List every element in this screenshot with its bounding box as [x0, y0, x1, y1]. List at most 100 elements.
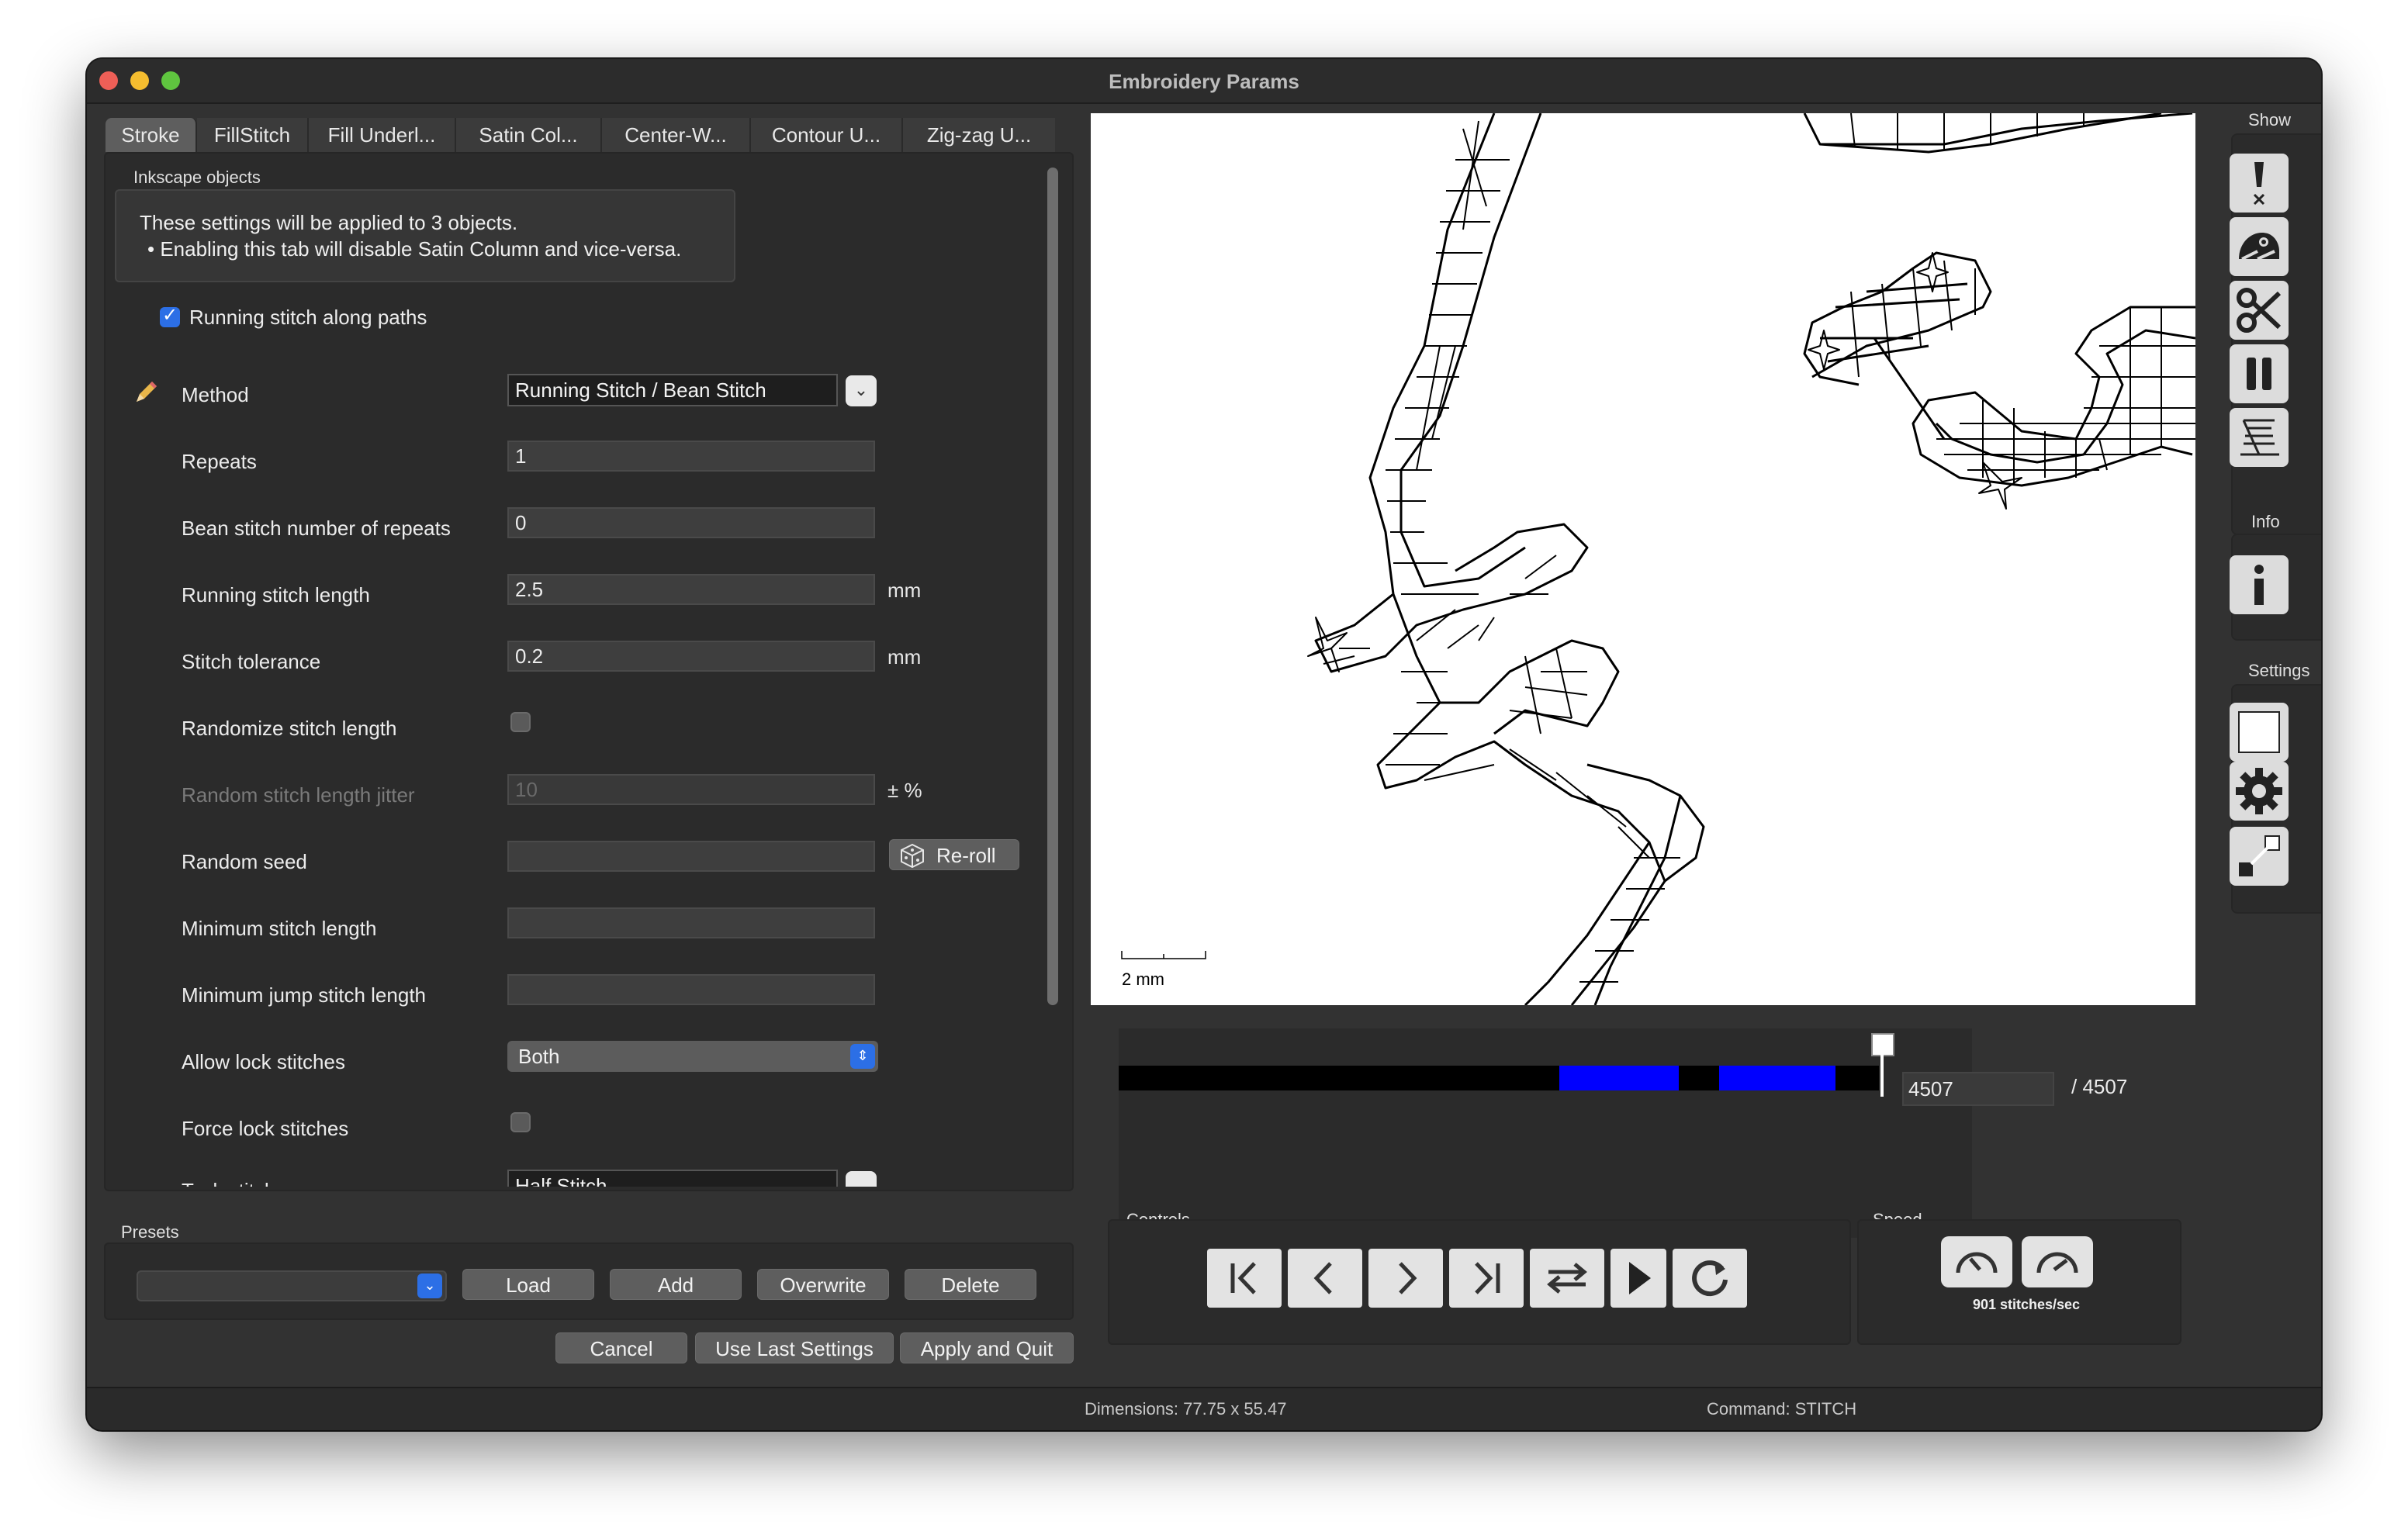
settings-label: Settings: [2248, 661, 2310, 680]
tab-fill-underlay[interactable]: Fill Underl...: [309, 118, 456, 152]
bean-repeats-input[interactable]: 0: [507, 507, 875, 538]
preset-select[interactable]: ⌄: [137, 1270, 447, 1301]
command-status: Command: STITCH: [1707, 1399, 1857, 1419]
settings-button[interactable]: [2230, 762, 2289, 821]
show-cut-button[interactable]: [2230, 281, 2289, 340]
speed-up-icon: [2036, 1252, 2078, 1274]
tab-fillstitch[interactable]: FillStitch: [197, 118, 309, 152]
step-forward-button[interactable]: [1368, 1249, 1443, 1308]
preset-delete-button[interactable]: Delete: [905, 1269, 1036, 1300]
swap-arrows-icon: [1547, 1263, 1587, 1294]
randomize-checkbox[interactable]: [510, 712, 531, 732]
square-icon: [2238, 711, 2280, 753]
restart-button[interactable]: [1673, 1249, 1747, 1308]
bean-repeats-label: Bean stitch number of repeats: [182, 517, 451, 540]
tolerance-unit: mm: [887, 645, 922, 669]
params-scroll-thumb[interactable]: [1047, 168, 1058, 1005]
presets-label: Presets: [121, 1222, 179, 1242]
min-jump-label: Minimum jump stitch length: [182, 983, 426, 1007]
show-color-changes-button[interactable]: [2230, 408, 2289, 467]
pause-icon: [2247, 358, 2271, 390]
show-jumps-button[interactable]: [2230, 154, 2289, 213]
min-stitch-label: Minimum stitch length: [182, 917, 377, 940]
enable-stroke-checkbox[interactable]: [160, 304, 180, 327]
jitter-input[interactable]: 10: [507, 774, 875, 805]
gear-icon: [2236, 768, 2282, 814]
seed-label: Random seed: [182, 850, 307, 873]
lock-stitches-select[interactable]: Both ⇕: [507, 1041, 878, 1072]
skip-to-end-button[interactable]: [1449, 1249, 1524, 1308]
skip-to-start-button[interactable]: [1207, 1249, 1282, 1308]
min-jump-input[interactable]: [507, 974, 875, 1005]
window-title: Embroidery Params: [1109, 70, 1299, 93]
faster-button[interactable]: [2022, 1236, 2093, 1287]
pencil-icon: [137, 382, 157, 402]
tab-center-walk[interactable]: Center-W...: [602, 118, 751, 152]
tab-satin-column[interactable]: Satin Col...: [456, 118, 602, 152]
tolerance-input[interactable]: 0.2: [507, 641, 875, 672]
info-icon: [2254, 565, 2264, 605]
info-box: These settings will be applied to 3 obje…: [115, 189, 735, 282]
method-combo[interactable]: Running Stitch / Bean Stitch: [507, 374, 838, 406]
chevron-left-icon: [1313, 1262, 1332, 1294]
skip-start-icon: [1230, 1262, 1256, 1294]
param-tabs: Stroke FillStitch Fill Underl... Satin C…: [106, 118, 1055, 152]
use-last-settings-button[interactable]: Use Last Settings: [695, 1332, 894, 1363]
force-lock-checkbox[interactable]: [510, 1112, 531, 1132]
apply-and-quit-button[interactable]: Apply and Quit: [900, 1332, 1074, 1363]
tack-stitch-label: Tack stitch: [182, 1179, 275, 1187]
tolerance-label: Stitch tolerance: [182, 650, 321, 673]
info-line-1: These settings will be applied to 3 obje…: [140, 211, 518, 234]
repeats-label: Repeats: [182, 450, 257, 473]
info-label: Info: [2251, 512, 2280, 531]
timeline-color-block: [1719, 1066, 1835, 1090]
min-stitch-input[interactable]: [507, 907, 875, 938]
enable-stroke-label: Running stitch along paths: [189, 306, 427, 329]
show-trims-button[interactable]: [2230, 217, 2289, 276]
stitch-timeline[interactable]: [1119, 1066, 1879, 1090]
chevron-down-icon: ⌄: [417, 1274, 442, 1298]
tack-stitch-combo[interactable]: Half Stitch: [507, 1170, 838, 1187]
slower-button[interactable]: [1941, 1236, 2012, 1287]
method-label: Method: [182, 383, 249, 406]
direction-button[interactable]: [1530, 1249, 1604, 1308]
preset-add-button[interactable]: Add: [610, 1269, 742, 1300]
speed-value: 901 stitches/sec: [1972, 1297, 2081, 1312]
show-stops-button[interactable]: [2230, 344, 2289, 403]
stitch-preview-canvas[interactable]: 2 mm: [1091, 112, 2196, 1007]
preset-load-button[interactable]: Load: [462, 1269, 594, 1300]
reroll-button[interactable]: Re-roll: [889, 839, 1019, 870]
dimensions-status: Dimensions: 77.75 x 55.47: [1085, 1399, 1287, 1419]
tack-dropdown-button[interactable]: ⌄: [846, 1171, 877, 1187]
skip-end-icon: [1475, 1262, 1500, 1294]
detach-preview-button[interactable]: [2230, 827, 2289, 886]
current-stitch-input[interactable]: 4507: [1902, 1072, 2054, 1106]
tab-stroke[interactable]: Stroke: [106, 118, 197, 152]
tack-row-clip: Tack stitch Half Stitch ⌄: [104, 1163, 1035, 1187]
updown-chevron-icon: ⇕: [850, 1044, 875, 1069]
tab-zigzag-underlay[interactable]: Zig-zag U...: [903, 118, 1055, 152]
status-bar: Dimensions: 77.75 x 55.47 Command: STITC…: [87, 1387, 2321, 1430]
preset-overwrite-button[interactable]: Overwrite: [757, 1269, 889, 1300]
seed-input[interactable]: [507, 841, 875, 872]
tab-contour-underlay[interactable]: Contour U...: [751, 118, 903, 152]
show-label: Show: [2248, 110, 2292, 130]
refresh-icon: [1692, 1260, 1728, 1297]
play-button[interactable]: [1611, 1249, 1666, 1308]
method-dropdown-button[interactable]: ⌄: [846, 375, 877, 406]
randomize-label: Randomize stitch length: [182, 717, 397, 740]
background-color-button[interactable]: [2230, 703, 2289, 762]
step-back-button[interactable]: [1288, 1249, 1362, 1308]
info-button[interactable]: [2230, 555, 2289, 614]
app-window: Embroidery Params Stroke FillStitch Fill…: [87, 59, 2321, 1430]
running-length-input[interactable]: 2.5: [507, 574, 875, 605]
repeats-input[interactable]: 1: [507, 441, 875, 472]
cancel-button[interactable]: Cancel: [555, 1332, 687, 1363]
chevron-right-icon: [1399, 1262, 1417, 1294]
jitter-label: Random stitch length jitter: [182, 783, 415, 807]
stitch-lines-icon: [2240, 419, 2279, 456]
timeline-area: [1119, 1028, 1972, 1238]
lock-stitches-value: Both: [518, 1045, 560, 1068]
running-length-label: Running stitch length: [182, 583, 370, 607]
force-lock-label: Force lock stitches: [182, 1117, 349, 1140]
